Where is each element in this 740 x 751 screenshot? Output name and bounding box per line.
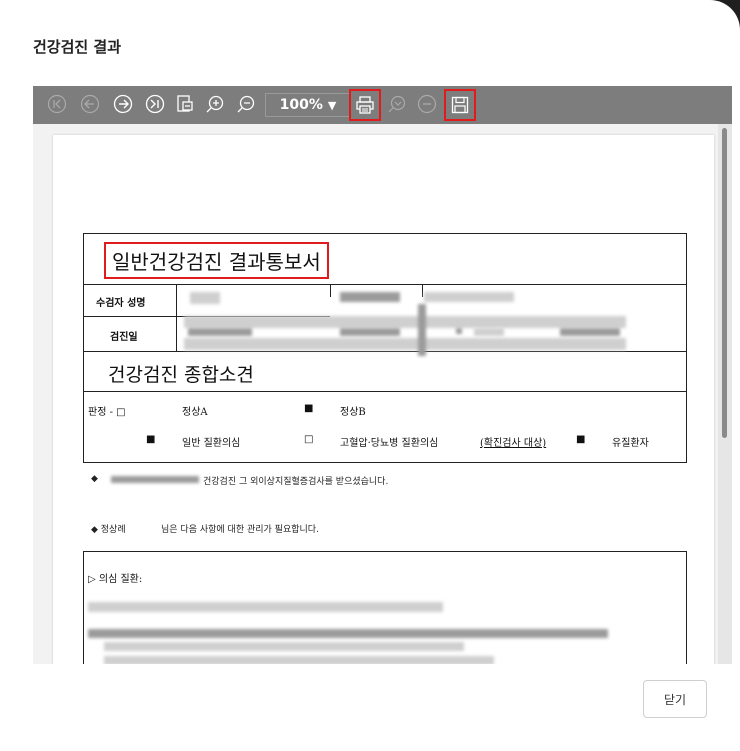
redacted-line	[104, 656, 494, 664]
checkbox-filled: ■	[304, 403, 314, 414]
close-button[interactable]: 닫기	[643, 680, 707, 718]
exam-note: 건강검진 그 외이상지질혈증검사를 받으셨습니다.	[203, 477, 389, 487]
summary-title: 건강검진 종합소견	[108, 364, 254, 386]
redacted-field	[340, 328, 400, 336]
prev-page-icon[interactable]	[79, 93, 101, 115]
print-icon[interactable]	[349, 89, 381, 121]
report-page: 일반건강검진 결과통보서 수검자 성명 검진일 건강검진 종합소견 판정 - □…	[53, 135, 714, 664]
divider	[176, 284, 177, 351]
viewer-toolbar: 100% ▼	[33, 86, 732, 124]
save-icon[interactable]	[444, 89, 476, 121]
date-label: 검진일	[110, 332, 138, 343]
option-patient: 유질환자	[612, 438, 649, 449]
scrollbar-thumb[interactable]	[722, 128, 727, 438]
redacted-field	[456, 328, 462, 334]
divider	[84, 391, 686, 392]
divider	[84, 351, 686, 352]
search-icon[interactable]	[386, 93, 408, 115]
redacted-name	[111, 476, 199, 483]
divider	[330, 284, 331, 297]
minus-icon[interactable]	[416, 93, 438, 115]
chevron-down-icon: ▼	[327, 98, 337, 112]
disease-box: ▷ 의심 질환:	[83, 551, 687, 664]
vertical-scrollbar[interactable]	[718, 124, 732, 664]
next-page-icon[interactable]	[112, 93, 134, 115]
zoom-in-icon[interactable]	[204, 93, 226, 115]
redacted-line	[88, 602, 443, 612]
divider	[422, 284, 423, 297]
redacted-line	[104, 642, 464, 651]
redacted-field	[474, 328, 504, 336]
report-header-box: 일반건강검진 결과통보서 수검자 성명 검진일 건강검진 종합소견 판정 - □…	[83, 233, 687, 463]
health-checkup-dialog: 건강검진 결과 100% ▼ 일반건강검진 결과통보서 수검자 성명 검진일 건…	[0, 0, 740, 751]
redacted-name	[190, 292, 220, 304]
zoom-value: 100%	[279, 97, 323, 113]
zoom-select[interactable]: 100% ▼	[265, 93, 351, 117]
last-page-icon[interactable]	[144, 93, 166, 115]
redacted-date	[188, 328, 252, 336]
disease-header: ▷ 의심 질환:	[88, 574, 143, 585]
checkbox-filled: ■	[146, 434, 156, 445]
judgement-label: 판정 - □	[88, 407, 126, 418]
redacted-field	[560, 328, 620, 336]
option-normal-b: 정상B	[340, 407, 366, 418]
zoom-out-icon[interactable]	[235, 93, 257, 115]
redacted-field	[418, 304, 426, 356]
patient-marker: ◆ 정상례	[91, 525, 126, 535]
checkbox-filled: ■	[576, 434, 586, 445]
option-normal-a: 정상A	[182, 407, 208, 418]
redacted-field	[424, 292, 514, 302]
para-marker: ◆	[91, 474, 98, 484]
dialog-title: 건강검진 결과	[33, 38, 122, 56]
first-page-icon[interactable]	[46, 93, 68, 115]
report-title: 일반건강검진 결과통보서	[104, 242, 329, 279]
redacted-strip	[184, 316, 626, 328]
option-general: 일반 질환의심	[182, 438, 241, 449]
divider	[84, 284, 686, 285]
redacted-line	[88, 629, 608, 638]
management-note: 님은 다음 사항에 대한 관리가 필요합니다.	[161, 525, 319, 535]
option-hypertension: 고혈압·당뇨병 질환의심	[340, 438, 439, 449]
export-icon[interactable]	[174, 93, 196, 115]
redacted-strip	[184, 338, 626, 350]
checkbox-empty: □	[304, 434, 314, 445]
redacted-field	[340, 292, 400, 302]
name-label: 수검자 성명	[96, 298, 146, 309]
report-viewer: 100% ▼ 일반건강검진 결과통보서 수검자 성명 검진일 건강검진 종합소견…	[33, 86, 732, 664]
option-hypertension-note: (확진검사 대상)	[480, 438, 547, 449]
